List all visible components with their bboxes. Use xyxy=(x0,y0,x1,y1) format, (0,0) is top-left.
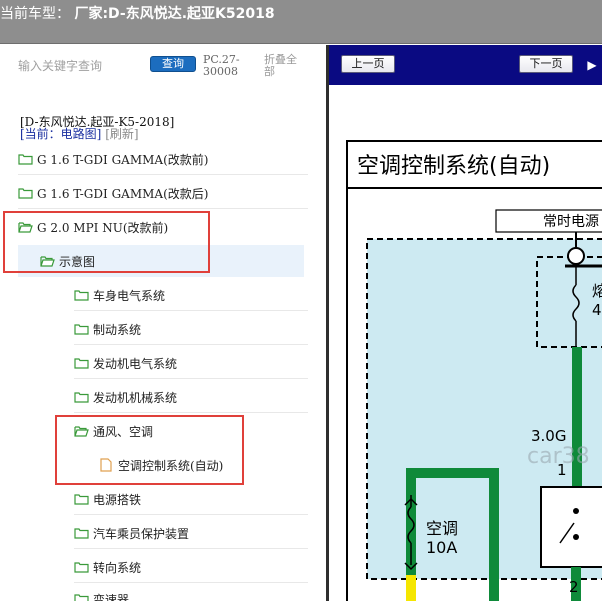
folder-icon xyxy=(18,187,33,199)
wiring-diagram: 空调控制系统(自动) 常时电源 熔 4 3.0G 1 2 空调 10A car3… xyxy=(346,140,602,601)
document-icon xyxy=(100,458,112,472)
tree-item[interactable]: 电源搭铁 xyxy=(74,483,308,515)
folder-open-icon xyxy=(40,255,55,267)
folder-icon xyxy=(74,561,89,573)
relay-contact xyxy=(573,508,579,514)
tree-row-divider xyxy=(74,514,308,515)
pc-code: PC.27-30008 xyxy=(203,53,240,78)
title-bar: 当前车型： 厂家:D-东风悦达.起亚K52018 xyxy=(0,0,602,44)
folder-open-icon xyxy=(18,221,33,233)
tree-item-selected[interactable]: 示意图 xyxy=(18,245,304,277)
tree-item-expanded[interactable]: 通风、空调 xyxy=(74,415,308,447)
tree-row-divider xyxy=(74,378,308,379)
query-button[interactable]: 查询 xyxy=(150,56,196,72)
diagram-viewer: 上一页 下一页 ▶ 空调控制系统(自动) 常时电源 熔 4 3.0G 1 2 空… xyxy=(329,45,602,601)
tree-row-divider xyxy=(74,310,308,311)
ac-fuse-amp: 10A xyxy=(426,538,457,557)
vehicle-title: 当前车型： 厂家:D-东风悦达.起亚K52018 xyxy=(0,3,275,23)
tree-item-label: 发动机机械系统 xyxy=(93,390,178,405)
refresh-link[interactable]: [刷新] xyxy=(105,127,138,141)
tree-item-expanded[interactable]: G 2.0 MPI NU(改款前) xyxy=(18,211,308,243)
current-view-label: [当前：电路图] xyxy=(20,127,102,141)
tree-item[interactable]: 汽车乘员保护装置 xyxy=(74,517,308,549)
folder-open-icon xyxy=(74,425,89,437)
fuse-number-partial: 4 xyxy=(592,301,602,319)
wire-yellow xyxy=(406,575,416,601)
folder-icon xyxy=(18,153,33,165)
prev-page-button[interactable]: 上一页 xyxy=(341,55,395,73)
chevron-right-icon[interactable]: ▶ xyxy=(584,57,600,73)
tree-item-label: 发动机电气系统 xyxy=(93,356,178,371)
vehicle-title-label: 当前车型： xyxy=(0,6,70,22)
left-pane: 查询 PC.27-30008 折叠全部 [D-东风悦达.起亚-K5-2018] … xyxy=(0,45,326,601)
folder-icon xyxy=(74,593,89,601)
tree-row-divider xyxy=(74,412,308,413)
tree-item[interactable]: G 1.6 T-GDI GAMMA(改款前) xyxy=(18,143,308,175)
terminal-node xyxy=(567,247,585,265)
tree-row-divider xyxy=(18,174,308,175)
tree-item[interactable]: 发动机电气系统 xyxy=(74,347,308,379)
tree-item-label: 转向系统 xyxy=(93,560,142,575)
tree-row-divider xyxy=(74,344,308,345)
always-power-label: 常时电源 xyxy=(543,214,599,230)
tree-item[interactable]: 转向系统 xyxy=(74,551,308,583)
diagram-title: 空调控制系统(自动) xyxy=(357,154,550,179)
watermark: car38 xyxy=(527,444,590,469)
tree-item-label: 汽车乘员保护装置 xyxy=(93,526,190,541)
vehicle-title-value: 厂家:D-东风悦达.起亚K52018 xyxy=(74,6,275,22)
wire-color-label: 3.0G xyxy=(531,427,566,445)
search-area: 查询 PC.27-30008 折叠全部 xyxy=(0,45,326,105)
current-view: [当前：电路图] [刷新] xyxy=(20,128,139,141)
relay-contact xyxy=(573,534,579,540)
tree-item[interactable]: G 1.6 T-GDI GAMMA(改款后) xyxy=(18,177,308,209)
tree-item[interactable]: 发动机机械系统 xyxy=(74,381,308,413)
tree-item-document[interactable]: 空调控制系统(自动) xyxy=(100,449,308,481)
wire-green xyxy=(572,347,582,495)
tree-item-label: G 1.6 T-GDI GAMMA(改款后) xyxy=(37,186,209,201)
folder-icon xyxy=(74,323,89,335)
tree-item[interactable]: 车身电气系统 xyxy=(74,279,308,311)
tree-item-label: 空调控制系统(自动) xyxy=(118,458,224,473)
diagram-page: 空调控制系统(自动) 常时电源 熔 4 3.0G 1 2 空调 10A car3… xyxy=(329,85,602,601)
tree-row-divider xyxy=(74,548,308,549)
ac-fuse-label: 空调 xyxy=(426,519,458,538)
folder-icon xyxy=(74,357,89,369)
tree-item-label: G 1.6 T-GDI GAMMA(改款前) xyxy=(37,152,209,167)
tree-item[interactable]: 制动系统 xyxy=(74,313,308,345)
search-input[interactable] xyxy=(18,57,136,75)
folder-icon xyxy=(74,493,89,505)
tree-item-label: 通风、空调 xyxy=(93,424,154,439)
fuse-label-partial: 熔 xyxy=(592,282,602,300)
tree-row-divider xyxy=(18,208,308,209)
next-page-button[interactable]: 下一页 xyxy=(519,55,573,73)
tree-item[interactable]: 变速器 xyxy=(74,583,308,601)
tree-item-label: 变速器 xyxy=(93,592,130,601)
tree-item-label: 制动系统 xyxy=(93,322,142,337)
tree-item-label: 车身电气系统 xyxy=(93,288,166,303)
fold-all-button[interactable]: 折叠全部 xyxy=(264,54,306,78)
tree-item-label: 电源搭铁 xyxy=(93,492,142,507)
folder-icon xyxy=(74,289,89,301)
pin-2-label: 2 xyxy=(569,578,579,596)
tree-item-label: 示意图 xyxy=(59,254,96,269)
folder-icon xyxy=(74,527,89,539)
tree-item-label: G 2.0 MPI NU(改款前) xyxy=(37,220,169,235)
folder-icon xyxy=(74,391,89,403)
